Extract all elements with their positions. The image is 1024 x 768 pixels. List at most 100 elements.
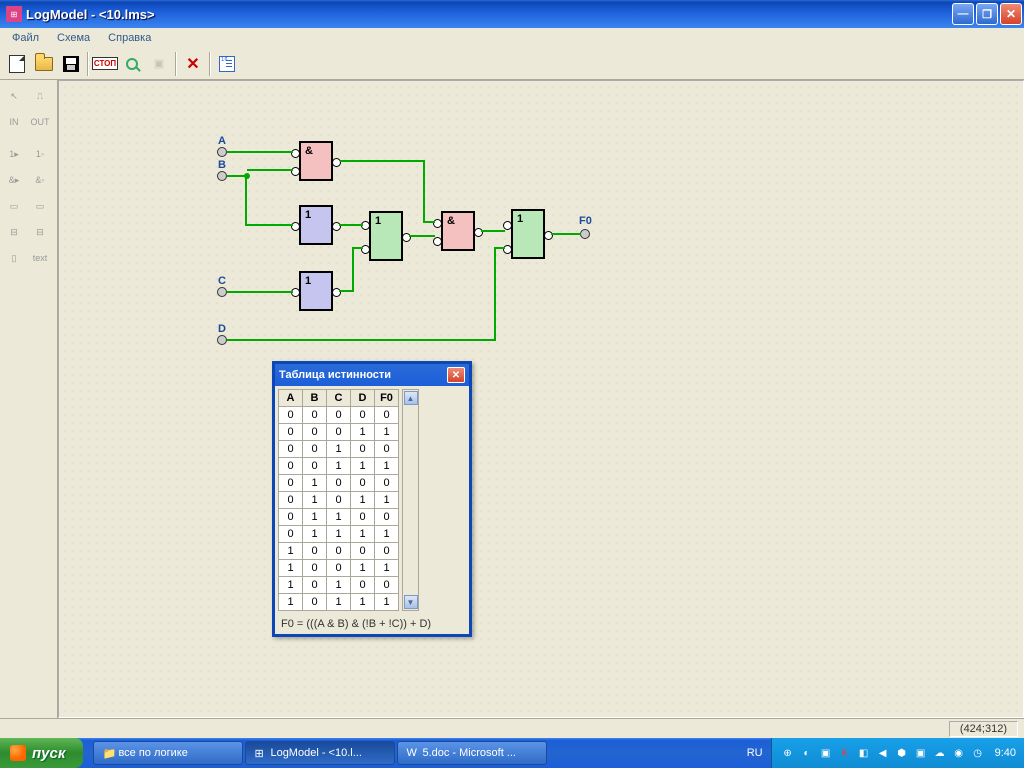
- window-title: LogModel - <10.lms>: [26, 7, 952, 22]
- tray-icon[interactable]: ◀: [875, 745, 891, 761]
- language-indicator[interactable]: RU: [739, 747, 771, 759]
- separator: [175, 52, 177, 76]
- truth-table-scrollbar[interactable]: ▲ ▼: [402, 389, 419, 611]
- input-node-b[interactable]: [217, 171, 227, 181]
- wire: [227, 339, 495, 341]
- tray-icon[interactable]: ◐: [799, 745, 815, 761]
- maximize-button[interactable]: ❐: [976, 3, 998, 25]
- stop-icon: СТОП: [92, 57, 118, 70]
- wire: [245, 175, 247, 225]
- gate-tool-5[interactable]: ⊟: [2, 220, 26, 244]
- tray-icon[interactable]: ⬢: [894, 745, 910, 761]
- wire: [339, 290, 353, 292]
- tray-clock[interactable]: 9:40: [995, 747, 1016, 759]
- open-button[interactable]: [31, 51, 57, 77]
- gate-and-2[interactable]: &: [441, 211, 475, 251]
- titlebar: ⊞ LogModel - <10.lms> — ❐ ✕: [0, 0, 1024, 28]
- display-tool[interactable]: ▯: [2, 246, 26, 270]
- scroll-down-button[interactable]: ▼: [404, 595, 418, 609]
- truth-formula: F0 = (((A & B) & (!B + !C)) + D): [275, 614, 469, 634]
- taskbar-item-1[interactable]: ⊞LogModel - <10.l...: [245, 741, 395, 765]
- tool-palette: ↖⎍ INOUT 1▸1◦ &▸&◦ ▭▭ ⊟⊟ ▯text: [0, 80, 58, 718]
- wire: [340, 160, 424, 162]
- tray-icon[interactable]: ◉: [951, 745, 967, 761]
- statusbar: (424;312): [0, 718, 1024, 738]
- table-row: 10000: [279, 543, 399, 560]
- canvas-grid: [59, 81, 1023, 717]
- delete-button[interactable]: ✕: [180, 51, 206, 77]
- input-node-d[interactable]: [217, 335, 227, 345]
- truth-header: C: [327, 390, 351, 407]
- wire: [494, 247, 505, 249]
- app-icon: ⊞: [6, 6, 22, 22]
- save-button[interactable]: [58, 51, 84, 77]
- canvas[interactable]: A B C D & 1 1 1 & 1: [58, 80, 1024, 718]
- tray-icon[interactable]: ⊕: [780, 745, 796, 761]
- table-row: 10111: [279, 594, 399, 611]
- nor-gate-tool[interactable]: 1◦: [28, 142, 52, 166]
- truth-header: F0: [375, 390, 399, 407]
- nand-gate-tool[interactable]: &◦: [28, 168, 52, 192]
- taskbar-item-2[interactable]: W5.doc - Microsoft ...: [397, 741, 547, 765]
- tray-icon[interactable]: ☁: [932, 745, 948, 761]
- tray-icon[interactable]: K: [837, 745, 853, 761]
- truth-header: D: [351, 390, 375, 407]
- table-row: 01000: [279, 475, 399, 492]
- input-tool[interactable]: IN: [2, 110, 26, 134]
- run-button: ▣: [146, 51, 172, 77]
- taskbar-item-0[interactable]: 📁все по логике: [93, 741, 243, 765]
- menu-schema[interactable]: Схема: [49, 30, 98, 46]
- tray-icon[interactable]: ▣: [913, 745, 929, 761]
- stop-button[interactable]: СТОП: [92, 51, 118, 77]
- gate-tool-6[interactable]: ⊟: [28, 220, 52, 244]
- gate-tool-4[interactable]: ▭: [28, 194, 52, 218]
- taskbar: пуск 📁все по логике ⊞LogModel - <10.l...…: [0, 738, 1024, 768]
- input-node-c[interactable]: [217, 287, 227, 297]
- start-button[interactable]: пуск: [0, 738, 83, 768]
- wire: [352, 247, 354, 292]
- gate-or-2[interactable]: 1: [511, 209, 545, 259]
- tray-icon[interactable]: ◷: [970, 745, 986, 761]
- zoom-button[interactable]: [119, 51, 145, 77]
- wire: [245, 224, 293, 226]
- tray-icon[interactable]: ◧: [856, 745, 872, 761]
- wire: [227, 151, 293, 153]
- truth-table-window[interactable]: Таблица истинности ✕ ABCDF0 000000001100…: [272, 361, 472, 637]
- truth-table-close-button[interactable]: ✕: [447, 367, 465, 383]
- wire: [409, 235, 435, 237]
- new-button[interactable]: [4, 51, 30, 77]
- truth-table-titlebar[interactable]: Таблица истинности ✕: [275, 364, 469, 386]
- pointer-tool[interactable]: ↖: [2, 84, 26, 108]
- gate-and-1[interactable]: &: [299, 141, 333, 181]
- table-row: 01011: [279, 492, 399, 509]
- wire-tool[interactable]: ⎍: [28, 84, 52, 108]
- table-row: 00111: [279, 458, 399, 475]
- gate-not-b[interactable]: 1: [299, 205, 333, 245]
- wire: [423, 160, 425, 221]
- gate-not-c[interactable]: 1: [299, 271, 333, 311]
- wire: [247, 169, 293, 171]
- tray-icon[interactable]: ▣: [818, 745, 834, 761]
- gate-or-1[interactable]: 1: [369, 211, 403, 261]
- scroll-up-button[interactable]: ▲: [404, 391, 418, 405]
- output-tool[interactable]: OUT: [28, 110, 52, 134]
- and-gate-tool[interactable]: &▸: [2, 168, 26, 192]
- input-node-a[interactable]: [217, 147, 227, 157]
- menubar: Файл Схема Справка: [0, 28, 1024, 48]
- or-gate-tool[interactable]: 1▸: [2, 142, 26, 166]
- truthtable-button[interactable]: [214, 51, 240, 77]
- label-d: D: [218, 323, 226, 335]
- wire: [551, 233, 581, 235]
- gate-tool-3[interactable]: ▭: [2, 194, 26, 218]
- truth-table: ABCDF0 000000001100100001110100001011011…: [278, 389, 399, 611]
- text-tool[interactable]: text: [28, 246, 52, 270]
- wire: [494, 247, 496, 341]
- wire: [423, 221, 435, 223]
- menu-help[interactable]: Справка: [100, 30, 159, 46]
- output-node-f0[interactable]: [580, 229, 590, 239]
- minimize-button[interactable]: —: [952, 3, 974, 25]
- label-a: A: [218, 135, 226, 147]
- menu-file[interactable]: Файл: [4, 30, 47, 46]
- delete-icon: ✕: [186, 54, 199, 74]
- close-button[interactable]: ✕: [1000, 3, 1022, 25]
